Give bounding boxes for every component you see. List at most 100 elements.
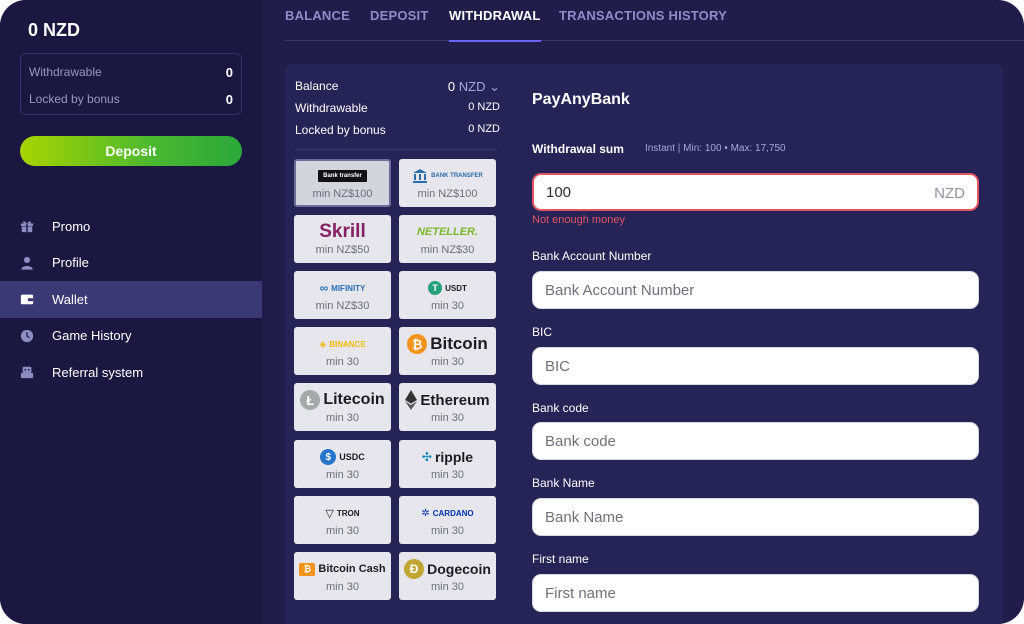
binance-logo-text: BINANCE <box>329 339 366 349</box>
bank-transfer-logo-text: Bank transfer <box>318 170 367 182</box>
method-min: min NZ$30 <box>315 300 370 312</box>
user-icon <box>20 256 34 270</box>
bank-name-label: Bank Name <box>532 476 595 490</box>
first-name-input[interactable]: First name <box>532 574 979 612</box>
withdrawable-label: Withdrawable <box>29 65 102 79</box>
locked-by-bonus-label: Locked by bonus <box>29 92 120 106</box>
cardano-icon: ✲ <box>421 507 430 519</box>
sidebar-item-label: Promo <box>52 218 91 234</box>
mifinity-logo: ∞ MIFINITY <box>320 278 366 298</box>
bank-name-input[interactable]: Bank Name <box>532 498 979 536</box>
currency-selector: NZD ⌄ <box>458 79 500 94</box>
sidebar-item-game-history[interactable]: Game History <box>0 318 262 355</box>
cardano-logo-text: CARDANO <box>432 508 474 518</box>
method-card-dogecoin[interactable]: Ð Dogecoin min 30 <box>399 552 496 600</box>
skrill-logo-text: Skrill <box>319 221 366 242</box>
locked-by-bonus-row: Locked by bonus 0 <box>29 92 233 108</box>
summary-balance-value[interactable]: 0 NZD ⌄ <box>448 79 500 95</box>
bank-transfer-2-logo-text: BANK TRANSFER <box>431 173 483 179</box>
tron-logo: ▽ TRON <box>325 503 359 523</box>
error-message: Not enough money <box>532 214 625 226</box>
method-card-bitcoin-cash[interactable]: ₿ Bitcoin Cash min 30 <box>294 552 391 600</box>
method-min: min 30 <box>430 300 465 312</box>
summary-withdrawable-value: 0 NZD <box>468 101 500 113</box>
first-name-label: First name <box>532 552 589 566</box>
locked-by-bonus-value: 0 <box>225 92 233 107</box>
method-card-usdc[interactable]: $ USDC min 30 <box>294 440 391 488</box>
method-card-bank-transfer[interactable]: Bank transfer min NZ$100 <box>294 159 391 207</box>
bitcoin-icon: ₿ <box>407 334 428 354</box>
usdc-logo-text: USDC <box>339 452 365 462</box>
method-card-litecoin[interactable]: Ł Litecoin min 30 <box>294 383 391 431</box>
withdrawable-value: 0 <box>225 65 233 80</box>
method-card-usdt[interactable]: T USDT min 30 <box>399 271 496 319</box>
method-min: min 30 <box>430 356 465 368</box>
method-card-binance[interactable]: ◈ BINANCE min 30 <box>294 327 391 375</box>
wallet-tabs: BALANCE DEPOSIT WITHDRAWAL TRANSACTIONS … <box>285 0 1024 42</box>
summary-locked-row: Locked by bonus 0 NZD <box>295 123 500 141</box>
method-card-tron[interactable]: ▽ TRON min 30 <box>294 496 391 544</box>
method-card-bitcoin[interactable]: ₿ Bitcoin min 30 <box>399 327 496 375</box>
method-min: min 30 <box>430 469 465 481</box>
litecoin-logo: Ł Litecoin <box>300 390 385 410</box>
gift-icon <box>20 219 34 233</box>
sidebar-item-profile[interactable]: Profile <box>0 245 262 282</box>
sidebar-item-referral-system[interactable]: Referral system <box>0 354 262 391</box>
summary-divider <box>295 149 497 150</box>
bitcoin-cash-icon: ₿ <box>299 562 316 576</box>
usdt-logo: T USDT <box>428 278 467 298</box>
summary-withdrawable-label: Withdrawable <box>295 101 368 115</box>
withdrawal-amount-value: 100 <box>546 183 572 201</box>
wallet-icon <box>20 292 34 306</box>
bank-name-placeholder: Bank Name <box>545 508 624 526</box>
method-min: min NZ$100 <box>417 188 478 200</box>
usdc-logo: $ USDC <box>320 447 365 467</box>
method-card-mifinity[interactable]: ∞ MIFINITY min NZ$30 <box>294 271 391 319</box>
tether-icon: T <box>428 281 443 295</box>
first-name-placeholder: First name <box>545 584 616 602</box>
bitcoin-logo: ₿ Bitcoin <box>407 334 488 354</box>
bank-code-input[interactable]: Bank code <box>532 422 979 460</box>
sidebar-item-wallet[interactable]: Wallet <box>0 281 262 318</box>
balance-summary-box: Withdrawable 0 Locked by bonus 0 <box>20 53 242 115</box>
method-card-skrill[interactable]: Skrill min NZ$50 <box>294 215 391 263</box>
tab-withdrawal[interactable]: WITHDRAWAL <box>449 0 541 42</box>
summary-withdrawable-row: Withdrawable 0 NZD <box>295 101 500 119</box>
ripple-logo: ✣ ripple <box>422 447 473 467</box>
method-min: min 30 <box>325 356 360 368</box>
method-card-neteller[interactable]: NETELLER. min NZ$30 <box>399 215 496 263</box>
bitcoin-logo-text: Bitcoin <box>430 334 488 353</box>
bic-input[interactable]: BIC <box>532 347 979 385</box>
withdrawable-row: Withdrawable 0 <box>29 65 233 81</box>
bitcoin-cash-logo: ₿ Bitcoin Cash <box>299 559 386 579</box>
dogecoin-icon: Ð <box>404 559 425 579</box>
method-min: min 30 <box>430 525 465 537</box>
withdrawal-amount-input[interactable]: 100 NZD <box>532 173 979 211</box>
method-card-cardano[interactable]: ✲ CARDANO min 30 <box>399 496 496 544</box>
sidebar-item-label: Wallet <box>52 291 88 307</box>
method-min: min 30 <box>430 581 465 593</box>
infinity-icon: ∞ <box>319 281 329 295</box>
method-min: min NZ$50 <box>315 244 370 256</box>
method-card-ethereum[interactable]: Ethereum min 30 <box>399 383 496 431</box>
binance-icon: ◈ <box>319 338 327 349</box>
bank-account-number-placeholder: Bank Account Number <box>545 281 695 299</box>
balance-amount: 0 <box>447 79 456 94</box>
withdrawal-amount-currency: NZD <box>934 185 965 202</box>
tab-deposit[interactable]: DEPOSIT <box>370 0 428 41</box>
app-frame: 0 NZD Withdrawable 0 Locked by bonus 0 D… <box>0 0 1024 624</box>
method-min: min 30 <box>430 412 465 424</box>
sidebar-item-label: Referral system <box>52 364 144 380</box>
tron-logo-text: TRON <box>336 508 360 518</box>
method-card-ripple[interactable]: ✣ ripple min 30 <box>399 440 496 488</box>
bank-account-number-input[interactable]: Bank Account Number <box>532 271 979 309</box>
tab-transactions-history[interactable]: TRANSACTIONS HISTORY <box>559 0 727 41</box>
sidebar-item-label: Game History <box>52 328 132 344</box>
ripple-logo-text: ripple <box>434 449 474 465</box>
method-card-bank-transfer-2[interactable]: BANK TRANSFER min NZ$100 <box>399 159 496 207</box>
tab-balance[interactable]: BALANCE <box>285 0 350 41</box>
bank-transfer-logo: Bank transfer <box>318 166 367 186</box>
deposit-button[interactable]: Deposit <box>20 136 242 166</box>
sidebar-item-promo[interactable]: Promo <box>0 208 262 245</box>
ethereum-logo: Ethereum <box>405 390 490 410</box>
